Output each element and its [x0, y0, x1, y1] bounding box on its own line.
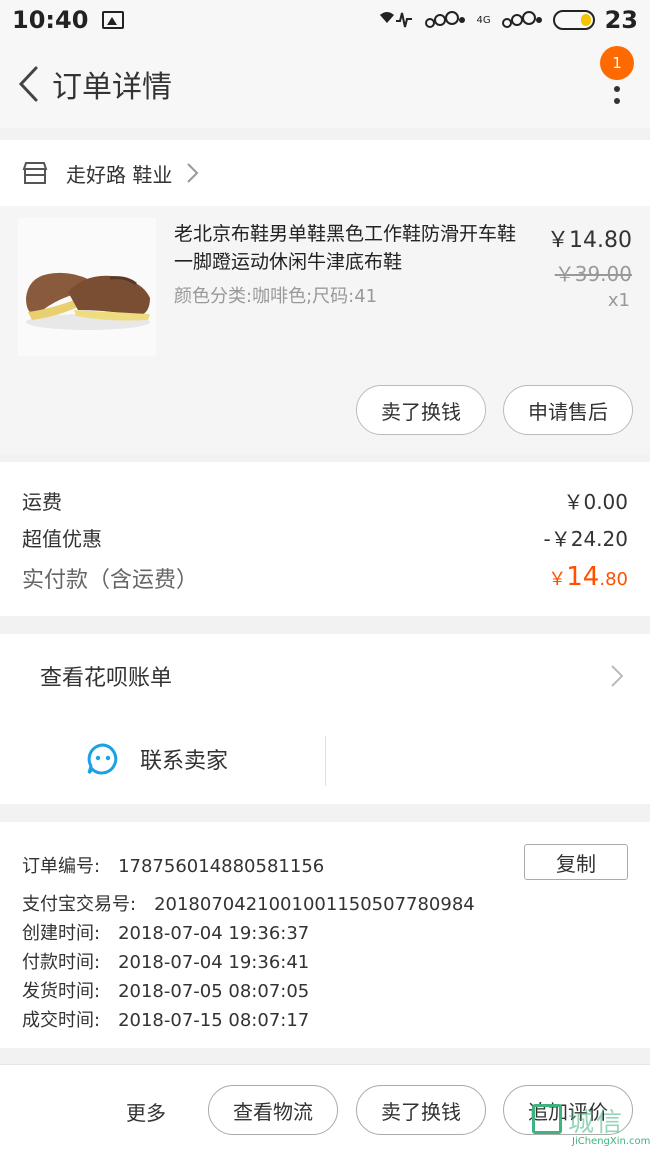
nav-bar: 订单详情 1	[0, 40, 650, 128]
info-row-shipped: 发货时间: 2018-07-05 08:07:05	[22, 977, 309, 1003]
contact-seller-label: 联系卖家	[140, 749, 229, 774]
price-current: ￥14.80	[547, 228, 632, 253]
notification-badge: 1	[600, 46, 634, 80]
info-value: 2018-07-04 19:36:37	[118, 923, 310, 944]
status-bar: 10:40 4G 23	[0, 0, 650, 40]
info-row-order-number: 订单编号: 178756014880581156	[22, 852, 324, 878]
signal-icon-2	[501, 11, 542, 28]
sell-for-cash-button[interactable]: 卖了换钱	[356, 1085, 486, 1135]
battery-level: 23	[604, 6, 638, 34]
shipping-row: 运费 ￥0.00	[22, 486, 628, 515]
info-key: 成交时间:	[22, 1010, 101, 1031]
info-key: 订单编号:	[22, 856, 101, 877]
huabei-bill-row[interactable]: 查看花呗账单	[0, 634, 650, 718]
shop-name: 走好路 鞋业	[66, 162, 173, 187]
quantity: x1	[607, 290, 630, 311]
chevron-right-icon	[187, 163, 199, 183]
watermark-logo	[532, 1104, 562, 1134]
more-button[interactable]: 更多	[126, 1097, 166, 1126]
info-key: 创建时间:	[22, 923, 101, 944]
product-spec: 颜色分类:咖啡色;尺码:41	[174, 286, 378, 307]
after-sale-button[interactable]: 申请售后	[503, 385, 633, 435]
total-value: ￥14.80	[548, 562, 628, 594]
total-label: 实付款（含运费）	[22, 568, 199, 593]
info-value: 178756014880581156	[118, 856, 325, 877]
info-key: 付款时间:	[22, 952, 101, 973]
info-value: 2018-07-05 08:07:05	[118, 981, 310, 1002]
sell-for-cash-button[interactable]: 卖了换钱	[356, 385, 486, 435]
info-row-alipay-trade: 支付宝交易号: 2018070421001001150507780984	[22, 890, 475, 916]
view-logistics-button[interactable]: 查看物流	[208, 1085, 338, 1135]
product-image[interactable]	[18, 218, 156, 356]
info-value: 2018-07-15 08:07:17	[118, 1010, 310, 1031]
status-right: 4G 23	[378, 6, 638, 34]
total-row: 实付款（含运费） ￥14.80	[22, 562, 628, 594]
total-currency: ￥	[548, 569, 567, 590]
info-key: 发货时间:	[22, 981, 101, 1002]
watermark-url: JiChengXin.com	[572, 1136, 650, 1147]
total-integer: 14	[566, 562, 600, 592]
info-value: 2018070421001001150507780984	[154, 894, 475, 915]
shop-row[interactable]: 走好路 鞋业	[0, 140, 650, 206]
image-notification-icon	[102, 11, 125, 29]
chevron-right-icon	[611, 665, 624, 687]
product-title[interactable]: 老北京布鞋男单鞋黑色工作鞋防滑开车鞋一脚蹬运动休闲牛津底布鞋	[174, 220, 526, 276]
order-info: 订单编号: 178756014880581156 支付宝交易号: 201807042…	[0, 822, 650, 1048]
page-title: 订单详情	[52, 70, 172, 105]
info-row-paid: 付款时间: 2018-07-04 19:36:41	[22, 948, 309, 974]
status-time: 10:40	[12, 6, 89, 34]
watermark: 城信 JiChengXin.com	[532, 1100, 650, 1152]
battery-icon	[552, 10, 595, 30]
wifi-icon	[380, 12, 413, 28]
price-original: ￥39.00	[554, 262, 632, 286]
discount-row: 超值优惠 -￥24.20	[22, 523, 628, 552]
shipping-label: 运费	[22, 490, 62, 514]
contact-row: 联系卖家	[0, 718, 650, 804]
info-value: 2018-07-04 19:36:41	[118, 952, 310, 973]
shop-icon	[22, 162, 48, 184]
fee-summary: 运费 ￥0.00 超值优惠 -￥24.20 实付款（含运费） ￥14.80	[0, 462, 650, 616]
total-decimal: .80	[599, 569, 628, 590]
chat-bubble-icon	[87, 743, 118, 775]
huabei-bill-label: 查看花呗账单	[40, 666, 173, 691]
copy-button[interactable]: 复制	[524, 844, 628, 880]
contact-seller-button[interactable]: 联系卖家	[86, 742, 228, 776]
shipping-value: ￥0.00	[563, 490, 628, 514]
signal-icon-1	[425, 11, 466, 28]
watermark-text: 城信	[568, 1108, 625, 1138]
product-card[interactable]: 老北京布鞋男单鞋黑色工作鞋防滑开车鞋一脚蹬运动休闲牛津底布鞋 颜色分类:咖啡色;…	[0, 206, 650, 454]
discount-value: -￥24.20	[543, 527, 628, 551]
divider	[325, 736, 326, 786]
info-key: 支付宝交易号:	[22, 894, 137, 915]
network-type: 4G	[476, 14, 491, 26]
info-row-completed: 成交时间: 2018-07-15 08:07:17	[22, 1006, 309, 1032]
back-arrow-icon[interactable]	[6, 62, 50, 106]
info-row-created: 创建时间: 2018-07-04 19:36:37	[22, 919, 309, 945]
discount-label: 超值优惠	[22, 527, 102, 551]
